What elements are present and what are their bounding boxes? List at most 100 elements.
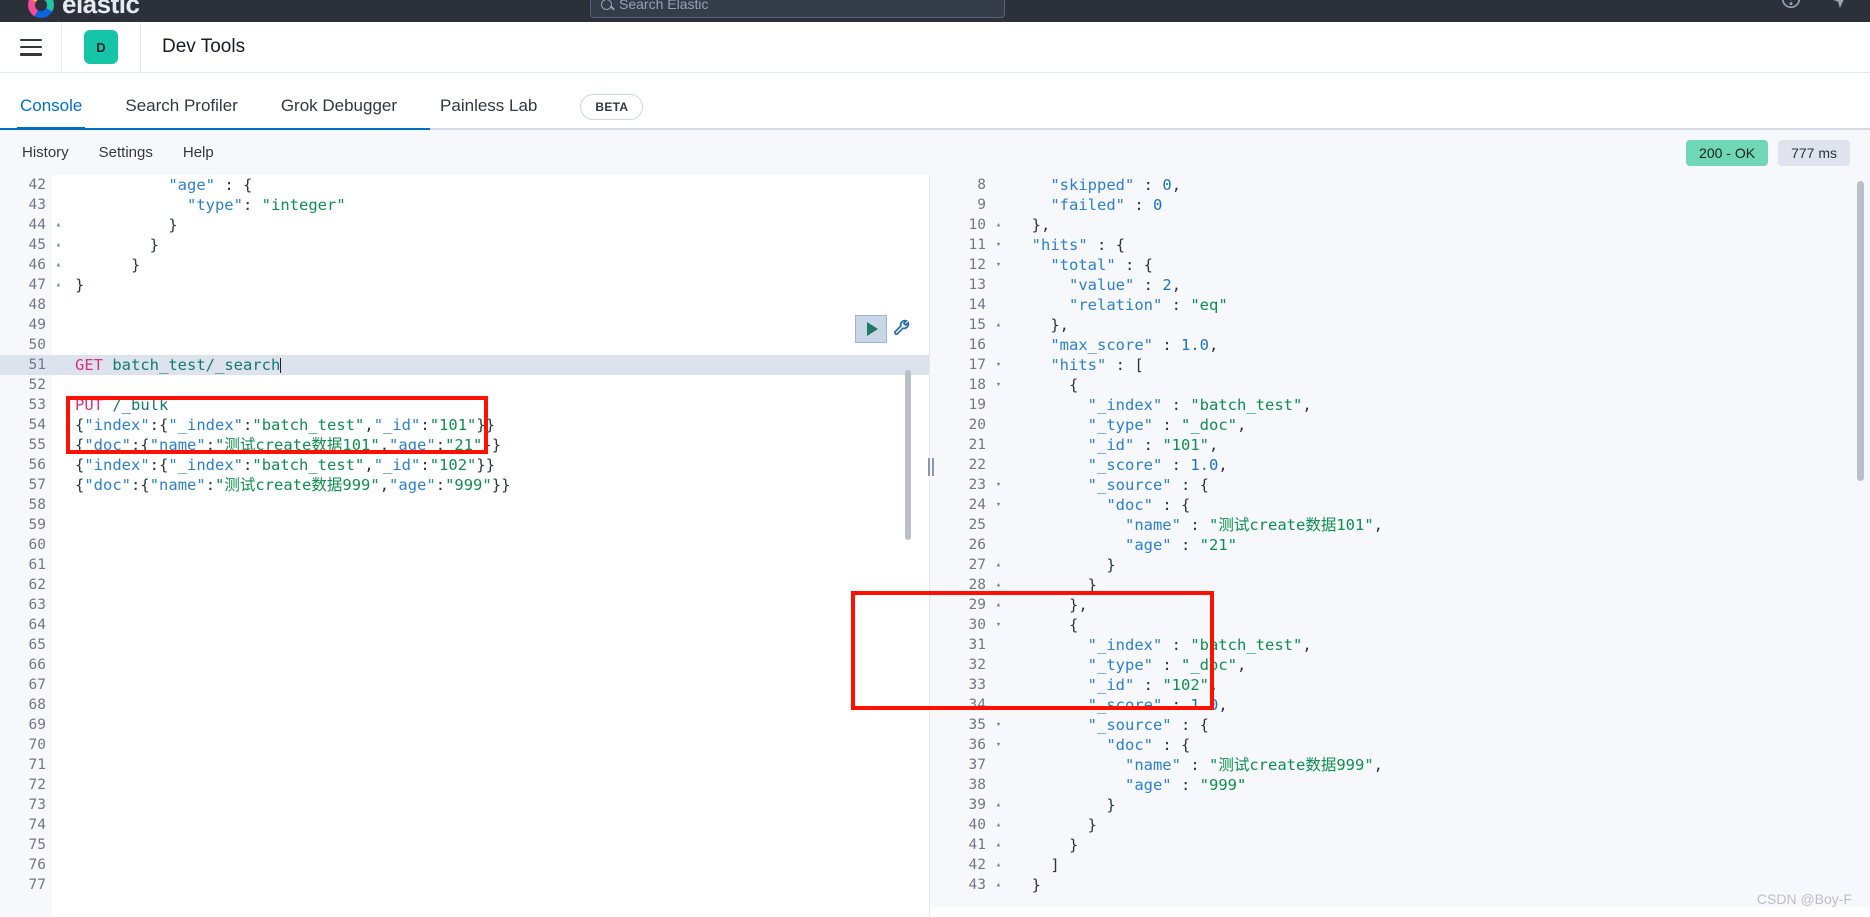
- code-line[interactable]: 53 PUT /_bulk: [0, 395, 929, 415]
- tab-painless-lab[interactable]: Painless Lab: [440, 96, 537, 128]
- menu-help[interactable]: Help: [183, 144, 214, 161]
- code-line[interactable]: 62: [0, 575, 929, 595]
- code-line[interactable]: 58: [0, 495, 929, 515]
- code-line: 8 "skipped" : 0,: [930, 175, 1870, 195]
- fold-toggle-icon[interactable]: ▴: [992, 315, 1005, 335]
- code-line: 20 "_type" : "_doc",: [930, 415, 1870, 435]
- code-line[interactable]: 50: [0, 335, 929, 355]
- code-line: 14 "relation" : "eq": [930, 295, 1870, 315]
- send-request-button[interactable]: [855, 315, 887, 343]
- code-line[interactable]: 56 {"index":{"_index":"batch_test","_id":…: [0, 455, 929, 475]
- fold-toggle-icon[interactable]: ▾: [992, 255, 1005, 275]
- code-line[interactable]: 75: [0, 835, 929, 855]
- fold-toggle-icon[interactable]: ▴: [992, 815, 1005, 835]
- code-line: 25 "name" : "测试create数据101",: [930, 515, 1870, 535]
- code-text: }: [1069, 836, 1079, 854]
- line-number: 28: [968, 577, 986, 593]
- rocket-icon[interactable]: [1828, 0, 1850, 10]
- fold-toggle-icon[interactable]: ▴: [992, 215, 1005, 235]
- code-line[interactable]: 47 ▴}: [0, 275, 929, 295]
- fold-toggle-icon[interactable]: ▴: [52, 235, 65, 255]
- hamburger-menu-icon[interactable]: [20, 38, 42, 56]
- line-number: 13: [968, 277, 986, 293]
- code-line: 29 ▴ },: [930, 595, 1870, 615]
- fold-toggle-icon[interactable]: ▴: [992, 555, 1005, 575]
- global-search-bar[interactable]: Search Elastic: [590, 0, 1005, 18]
- fold-toggle-icon[interactable]: ▴: [992, 795, 1005, 815]
- code-line[interactable]: 55 {"doc":{"name":"测试create数据101","age":"…: [0, 435, 929, 455]
- fold-toggle-icon[interactable]: ▾: [992, 235, 1005, 255]
- code-line[interactable]: 61: [0, 555, 929, 575]
- elastic-brand[interactable]: elastic: [28, 0, 140, 22]
- response-editor-pane[interactable]: 8 "skipped" : 0, 9 "failed" : 0 10 ▴ }, 11 ▾ …: [930, 175, 1870, 917]
- code-line[interactable]: 52: [0, 375, 929, 395]
- code-line[interactable]: 54 {"index":{"_index":"batch_test","_id":…: [0, 415, 929, 435]
- line-number: 41: [968, 837, 986, 853]
- fold-toggle-icon[interactable]: ▾: [992, 715, 1005, 735]
- code-line[interactable]: 49: [0, 315, 929, 335]
- code-line[interactable]: 51 GET batch_test/_search: [0, 355, 929, 375]
- code-line[interactable]: 66: [0, 655, 929, 675]
- code-line[interactable]: 63: [0, 595, 929, 615]
- code-line[interactable]: 59: [0, 515, 929, 535]
- code-text: }: [168, 216, 178, 234]
- code-line[interactable]: 73: [0, 795, 929, 815]
- line-number: 22: [968, 457, 986, 473]
- line-number: 12: [968, 257, 986, 273]
- fold-toggle-icon[interactable]: ▾: [992, 375, 1005, 395]
- fold-toggle-icon[interactable]: ▴: [992, 875, 1005, 895]
- code-line[interactable]: 69: [0, 715, 929, 735]
- fold-toggle-icon[interactable]: ▴: [992, 855, 1005, 875]
- fold-toggle-icon[interactable]: ▾: [992, 615, 1005, 635]
- menu-settings[interactable]: Settings: [99, 144, 153, 161]
- code-line[interactable]: 68: [0, 695, 929, 715]
- code-line[interactable]: 74: [0, 815, 929, 835]
- code-line[interactable]: 77: [0, 875, 929, 895]
- response-scrollbar[interactable]: [1857, 181, 1864, 481]
- tab-console[interactable]: Console: [16, 96, 86, 129]
- fold-toggle-icon[interactable]: ▾: [992, 495, 1005, 515]
- code-line[interactable]: 71: [0, 755, 929, 775]
- line-number: 54: [28, 417, 46, 433]
- fold-toggle-icon[interactable]: ▴: [52, 255, 65, 275]
- fold-toggle-icon[interactable]: ▴: [992, 595, 1005, 615]
- menu-history[interactable]: History: [22, 144, 69, 161]
- tab-search-profiler[interactable]: Search Profiler: [125, 96, 237, 128]
- fold-toggle-icon[interactable]: ▾: [992, 475, 1005, 495]
- code-line[interactable]: 70: [0, 735, 929, 755]
- fold-toggle-icon[interactable]: ▴: [992, 835, 1005, 855]
- line-number: 71: [28, 757, 46, 773]
- code-line[interactable]: 64: [0, 615, 929, 635]
- code-line[interactable]: 43 "type": "integer": [0, 195, 929, 215]
- code-line[interactable]: 46 ▴ }: [0, 255, 929, 275]
- pane-resize-handle[interactable]: [925, 456, 937, 478]
- code-line[interactable]: 44 ▴ }: [0, 215, 929, 235]
- code-line: 22 "_score" : 1.0,: [930, 455, 1870, 475]
- code-text: }: [131, 256, 141, 274]
- code-line[interactable]: 57 {"doc":{"name":"测试create数据999","age":"…: [0, 475, 929, 495]
- code-line[interactable]: 76: [0, 855, 929, 875]
- fold-toggle-icon[interactable]: ▾: [992, 735, 1005, 755]
- code-line[interactable]: 42 "age" : {: [0, 175, 929, 195]
- search-icon: [601, 0, 612, 10]
- code-line[interactable]: 72: [0, 775, 929, 795]
- code-line: 15 ▴ },: [930, 315, 1870, 335]
- request-editor-code[interactable]: 42 "age" : {43 "type": "integer" 44 ▴ } 45 ▴…: [0, 175, 929, 917]
- fold-toggle-icon[interactable]: ▾: [992, 355, 1005, 375]
- line-number: 67: [28, 677, 46, 693]
- fold-toggle-icon[interactable]: ▴: [992, 575, 1005, 595]
- request-scrollbar[interactable]: [905, 370, 911, 540]
- request-editor-pane[interactable]: 42 "age" : {43 "type": "integer" 44 ▴ } 45 ▴…: [0, 175, 930, 917]
- code-line[interactable]: 60: [0, 535, 929, 555]
- wrench-icon[interactable]: [892, 317, 914, 339]
- tab-grok-debugger[interactable]: Grok Debugger: [281, 96, 397, 128]
- code-line[interactable]: 45 ▴ }: [0, 235, 929, 255]
- help-circle-icon[interactable]: [1780, 0, 1802, 10]
- code-line[interactable]: 48: [0, 295, 929, 315]
- code-line[interactable]: 67: [0, 675, 929, 695]
- line-number: 64: [28, 617, 46, 633]
- text-caret: [280, 358, 282, 373]
- code-line[interactable]: 65: [0, 635, 929, 655]
- fold-toggle-icon[interactable]: ▴: [52, 275, 65, 295]
- fold-toggle-icon[interactable]: ▴: [52, 215, 65, 235]
